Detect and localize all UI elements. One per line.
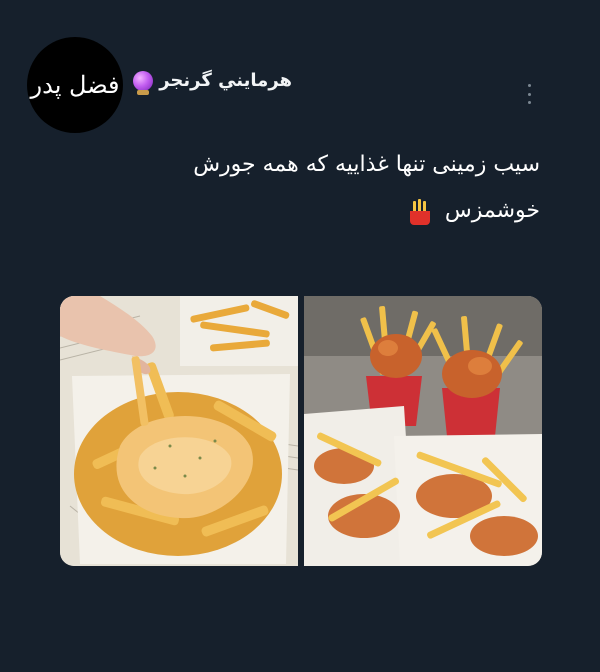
tweet-text-line2: خوشمزس (444, 198, 540, 223)
author-row[interactable]: هرمایني گرنجر (133, 70, 292, 95)
crystal-ball-icon (133, 70, 154, 95)
chicken-fries-photo[interactable] (304, 296, 542, 566)
tweet-text-line1: سیب زمینی تنها غذاییه که همه جورش (193, 152, 540, 177)
tweet-text-line2-row: خوشمزس (110, 188, 540, 234)
author-name: هرمایني گرنجر (159, 70, 292, 91)
avatar-logo-text: فضل پدر (30, 71, 120, 99)
cheese-fries-photo[interactable] (60, 296, 298, 566)
tweet-text: سیب زمینی تنها غذاییه که همه جورش خوشمزس (110, 142, 540, 234)
tweet-card: فضل پدر هرمایني گرنجر سیب زمینی تنها غذا… (0, 0, 600, 672)
avatar[interactable]: فضل پدر (27, 37, 123, 133)
fries-icon (406, 197, 434, 225)
more-options-icon[interactable] (526, 84, 532, 104)
media-grid[interactable] (60, 296, 542, 566)
